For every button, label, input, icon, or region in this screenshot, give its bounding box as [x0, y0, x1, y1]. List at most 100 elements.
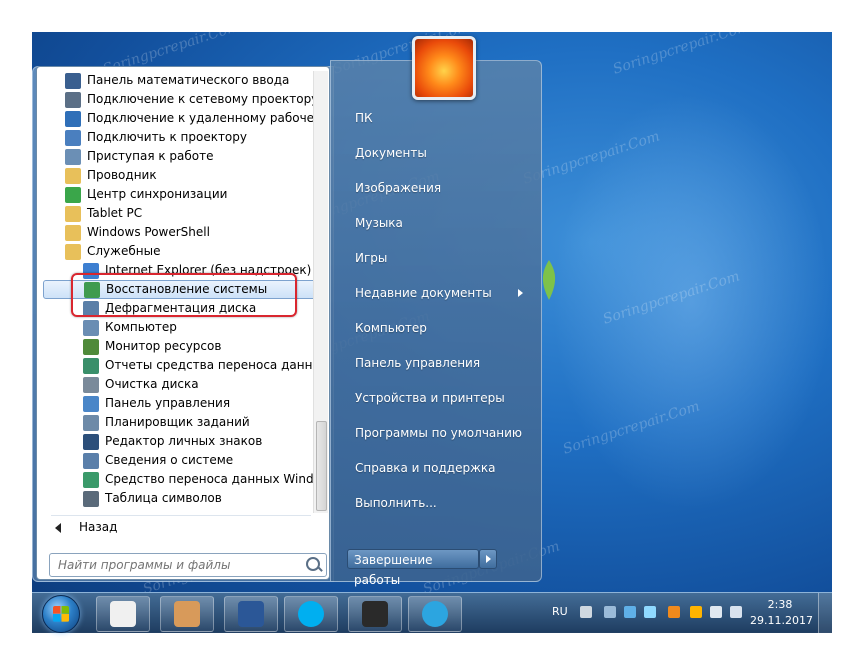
places-item[interactable]: Изображения: [355, 171, 535, 206]
app-tray-icon[interactable]: [624, 606, 636, 618]
skype-button[interactable]: [284, 596, 338, 632]
word-button[interactable]: [224, 596, 278, 632]
places-item[interactable]: ПК: [355, 101, 535, 136]
program-item[interactable]: Панель математического ввода: [43, 71, 323, 90]
arrow-tray-icon[interactable]: [604, 606, 616, 618]
places-item[interactable]: Справка и поддержка: [355, 451, 535, 486]
places-item-label: Программы по умолчанию: [355, 426, 523, 440]
panda-app-button[interactable]: [96, 596, 150, 632]
places-item-label: Устройства и принтеры: [355, 391, 505, 405]
program-item[interactable]: Служебные: [43, 242, 323, 261]
program-item[interactable]: Проводник: [43, 166, 323, 185]
places-item-label: Игры: [355, 251, 388, 265]
program-item[interactable]: Подключение к удаленному рабочему столу: [43, 109, 323, 128]
search-icon[interactable]: [306, 557, 320, 571]
program-item[interactable]: Панель управления: [43, 394, 323, 413]
program-item[interactable]: Windows PowerShell: [43, 223, 323, 242]
program-label: Таблица символов: [105, 491, 222, 505]
program-label: Tablet PC: [87, 206, 143, 220]
skype-tray-icon[interactable]: [644, 606, 656, 618]
disk-cleanup-icon: [83, 376, 99, 393]
search-input[interactable]: [56, 557, 260, 573]
telegram-icon: [422, 601, 448, 627]
alert-tray-icon[interactable]: [690, 606, 702, 618]
program-item[interactable]: Редактор личных знаков: [43, 432, 323, 451]
shutdown-options-button[interactable]: [479, 549, 497, 569]
places-item[interactable]: Панель управления: [355, 346, 535, 381]
program-item[interactable]: Монитор ресурсов: [43, 337, 323, 356]
handshake-app-button[interactable]: [160, 596, 214, 632]
places-item[interactable]: Недавние документы: [355, 276, 535, 311]
scrollbar-thumb[interactable]: [316, 421, 327, 511]
avast-tray-icon[interactable]: [668, 606, 680, 618]
folder-icon: [65, 224, 81, 241]
getting-started-icon: [65, 148, 81, 165]
program-label: Подключение к сетевому проектору: [87, 92, 319, 106]
user-avatar[interactable]: [412, 36, 476, 100]
program-label: Отчеты средства переноса данных Windows: [105, 358, 323, 372]
places-item-label: Недавние документы: [355, 286, 492, 300]
panda-icon: [110, 601, 136, 627]
program-item[interactable]: Очистка диска: [43, 375, 323, 394]
program-item[interactable]: Планировщик заданий: [43, 413, 323, 432]
program-item[interactable]: Tablet PC: [43, 204, 323, 223]
program-item[interactable]: Сведения о системе: [43, 451, 323, 470]
program-item[interactable]: Средство переноса данных Windows: [43, 470, 323, 489]
back-button[interactable]: Назад: [51, 515, 311, 538]
program-item[interactable]: Подключение к сетевому проектору: [43, 90, 323, 109]
system-info-icon: [83, 452, 99, 469]
easy-transfer-icon: [83, 471, 99, 488]
places-item-label: Панель управления: [355, 356, 481, 370]
clock[interactable]: 2:38 29.11.2017: [750, 597, 813, 629]
program-item[interactable]: Отчеты средства переноса данных Windows: [43, 356, 323, 375]
program-label: Компьютер: [105, 320, 177, 334]
places-item-label: Компьютер: [355, 321, 427, 335]
program-item[interactable]: Таблица символов: [43, 489, 323, 508]
program-item[interactable]: Приступая к работе: [43, 147, 323, 166]
program-label: Панель управления: [105, 396, 231, 410]
explorer-folder-icon: [65, 167, 81, 184]
program-label: Подключение к удаленному рабочему столу: [87, 111, 323, 125]
char-map-icon: [83, 490, 99, 507]
shutdown-button[interactable]: Завершение работы: [347, 549, 479, 587]
places-item[interactable]: Музыка: [355, 206, 535, 241]
show-desktop-button[interactable]: [818, 593, 833, 633]
terminal-button[interactable]: [348, 596, 402, 632]
places-item-label: Справка и поддержка: [355, 461, 496, 475]
places-item[interactable]: Компьютер: [355, 311, 535, 346]
computer-icon: [83, 319, 99, 336]
handshake-icon: [174, 601, 200, 627]
places-item-label: Документы: [355, 146, 427, 160]
volume-tray-icon[interactable]: [730, 606, 742, 618]
program-item[interactable]: Компьютер: [43, 318, 323, 337]
places-item[interactable]: Игры: [355, 241, 535, 276]
programs-scrollbar[interactable]: [313, 71, 328, 513]
task-scheduler-icon: [83, 414, 99, 431]
math-input-icon: [65, 72, 81, 89]
places-item[interactable]: Выполнить...: [355, 486, 535, 521]
language-indicator[interactable]: RU: [552, 605, 568, 618]
folder-icon: [65, 243, 81, 260]
places-pane: ПК Документы Изображения Музыка Игры Недавние…: [330, 60, 542, 587]
program-label: Windows PowerShell: [87, 225, 210, 239]
program-item[interactable]: Центр синхронизации: [43, 185, 323, 204]
places-item[interactable]: Программы по умолчанию: [355, 416, 535, 451]
start-menu: Панель математического ввода Подключение …: [32, 36, 542, 587]
program-label: Очистка диска: [105, 377, 199, 391]
program-label: Средство переноса данных Windows: [105, 472, 323, 486]
network-tray-icon[interactable]: [710, 606, 722, 618]
places-item[interactable]: Документы: [355, 136, 535, 171]
folder-icon: [65, 205, 81, 222]
search-box[interactable]: [49, 553, 327, 577]
start-button[interactable]: [42, 595, 80, 633]
program-item[interactable]: Подключить к проектору: [43, 128, 323, 147]
control-panel-icon: [83, 395, 99, 412]
telegram-button[interactable]: [408, 596, 462, 632]
resource-monitor-icon: [83, 338, 99, 355]
word-icon: [238, 601, 264, 627]
places-item[interactable]: Устройства и принтеры: [355, 381, 535, 416]
sync-center-icon: [65, 186, 81, 203]
keyboard-tray-icon[interactable]: [580, 606, 592, 618]
program-label: Центр синхронизации: [87, 187, 228, 201]
program-label: Подключить к проектору: [87, 130, 247, 144]
